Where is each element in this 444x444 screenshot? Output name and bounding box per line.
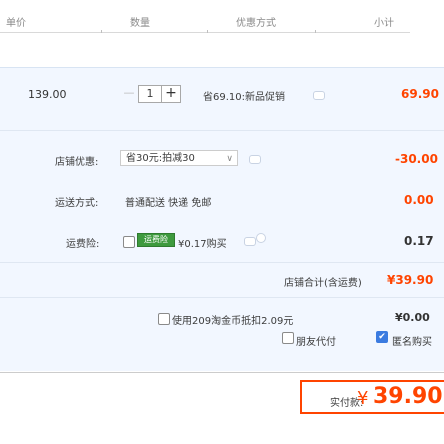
payment-currency: ¥ (357, 388, 369, 409)
shipping-method: 普通配送 快递 免邮 (125, 198, 212, 209)
shipping-value: 0.00 (404, 193, 434, 207)
quantity-plus-button[interactable]: + (162, 85, 181, 103)
payment-amount: 39.90 (373, 384, 443, 409)
points-text: 使用209淘金币抵扣2.09元 (172, 316, 294, 327)
help-icon[interactable] (256, 233, 266, 243)
points-checkbox[interactable] (158, 313, 170, 325)
insurance-badge: 运费险 (137, 233, 175, 247)
item-promotion: 省69.10:新品促销 (203, 92, 285, 103)
store-discount-select[interactable]: 省30元:拍减30 ∨ (120, 150, 238, 166)
header-tick (207, 30, 208, 33)
header-quantity: 数量 (130, 18, 150, 29)
anonymous-checkbox[interactable]: ✔ (376, 331, 388, 343)
store-total-value: ¥39.90 (387, 273, 434, 287)
insurance-info-icon[interactable] (244, 237, 256, 246)
insurance-label: 运费险: (66, 239, 100, 250)
anonymous-label: 匿名购买 (392, 337, 432, 348)
quantity-minus-button[interactable]: — (120, 85, 138, 103)
header-divider (0, 32, 410, 33)
friend-pay-checkbox[interactable] (282, 332, 294, 344)
quantity-input[interactable]: 1 (138, 85, 162, 103)
insurance-price: ¥0.17购买 (178, 239, 227, 250)
item-subtotal: 69.90 (401, 87, 439, 101)
store-discount-value: -30.00 (395, 152, 438, 166)
header-tick (315, 30, 316, 33)
points-value: ¥0.00 (395, 311, 430, 324)
discount-info-icon[interactable] (249, 155, 261, 164)
promotion-info-icon[interactable] (313, 91, 325, 100)
header-unit-price: 单价 (6, 18, 26, 29)
store-discount-label: 店铺优惠: (55, 157, 99, 168)
chevron-down-icon: ∨ (226, 154, 233, 164)
store-discount-selected: 省30元:拍减30 (126, 153, 195, 164)
row-divider (0, 130, 444, 131)
item-unit-price: 139.00 (28, 88, 67, 101)
store-total-label: 店铺合计(含运费) (284, 278, 362, 289)
insurance-value: 0.17 (404, 234, 434, 248)
insurance-checkbox[interactable] (123, 236, 135, 248)
row-divider (0, 262, 444, 263)
shipping-label: 运送方式: (55, 198, 99, 209)
quantity-stepper: — 1 + (120, 85, 181, 103)
header-tick (101, 30, 102, 33)
friend-pay-label: 朋友代付 (296, 337, 336, 348)
row-divider (0, 297, 444, 298)
header-subtotal: 小计 (374, 18, 394, 29)
header-promotion: 优惠方式 (236, 18, 276, 29)
